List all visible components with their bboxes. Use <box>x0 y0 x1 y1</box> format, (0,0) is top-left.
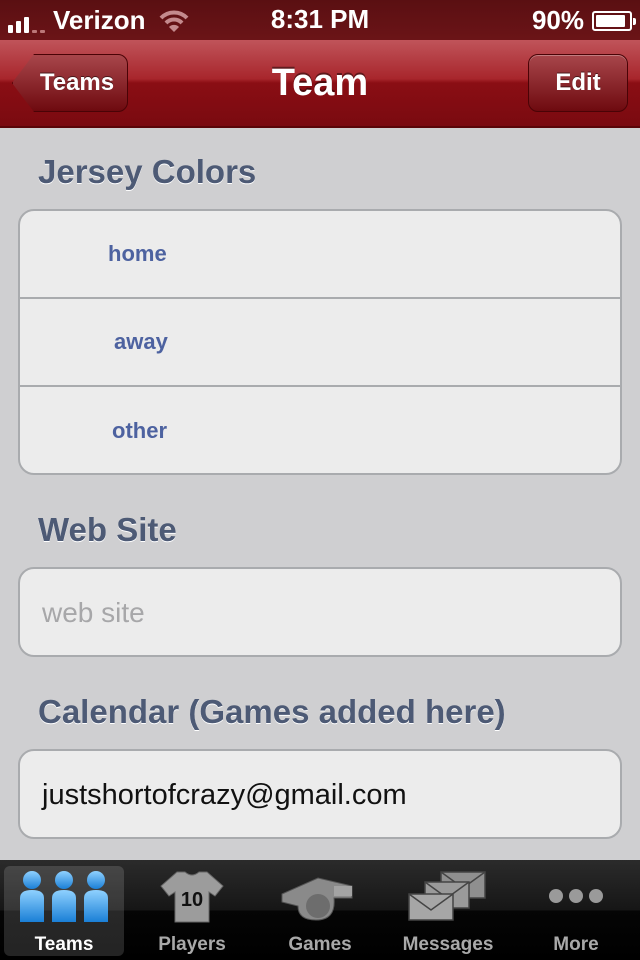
jersey-color-away[interactable]: away <box>20 299 620 387</box>
edit-button[interactable]: Edit <box>528 54 628 112</box>
calendar-email-value: justshortofcrazy@gmail.com <box>42 778 407 811</box>
jersey-icon: 10 <box>160 871 224 923</box>
web-site-placeholder: web site <box>42 597 145 628</box>
tab-games[interactable]: Games <box>256 860 384 960</box>
edit-button-label: Edit <box>555 69 601 96</box>
tab-players[interactable]: 10 Players <box>128 860 256 960</box>
web-site-header: Web Site <box>38 511 177 548</box>
navigation-bar: Teams Team Edit <box>0 40 640 128</box>
jersey-number: 10 <box>181 889 203 911</box>
calendar-field[interactable]: justshortofcrazy@gmail.com <box>18 749 622 839</box>
tab-bar: Teams 10 Players Games Messages More <box>0 860 640 960</box>
jersey-color-label: home <box>108 241 167 266</box>
jersey-color-other[interactable]: other <box>20 387 620 473</box>
jersey-colors-header: Jersey Colors <box>38 153 257 190</box>
tab-more[interactable]: More <box>512 860 640 960</box>
tab-messages[interactable]: Messages <box>384 860 512 960</box>
jersey-color-label: other <box>112 418 167 443</box>
tab-label: Games <box>288 934 352 955</box>
tab-label: More <box>553 934 599 955</box>
battery-icon <box>592 10 636 31</box>
tab-teams[interactable]: Teams <box>4 866 124 956</box>
web-site-field[interactable]: web site <box>18 567 622 657</box>
tab-label: Teams <box>34 934 94 955</box>
tab-label: Messages <box>402 934 494 955</box>
calendar-header: Calendar (Games added here) <box>38 693 506 730</box>
battery-percentage: 90% <box>531 5 584 35</box>
whistle-icon <box>281 877 353 921</box>
jersey-color-home[interactable]: home <box>20 211 620 299</box>
jersey-color-label: away <box>114 329 168 354</box>
jersey-colors-list: home away other <box>18 209 622 475</box>
envelopes-icon <box>408 871 486 921</box>
teams-icon <box>20 871 108 922</box>
tab-label: Players <box>158 934 226 955</box>
status-bar: Verizon 8:31 PM 90% <box>0 0 640 40</box>
more-icon <box>549 889 603 903</box>
